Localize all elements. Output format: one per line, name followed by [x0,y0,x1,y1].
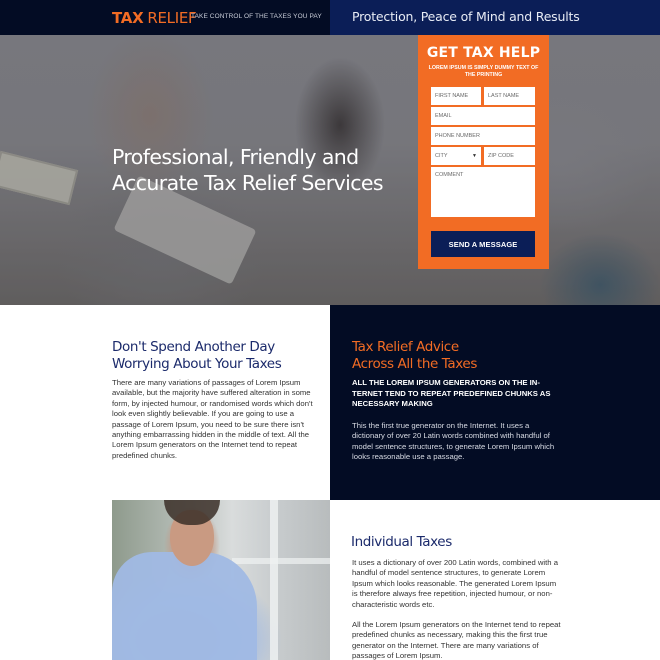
worry-heading-line2: Worrying About Your Taxes [112,355,282,372]
photo-window-frame-horizontal [232,558,330,564]
worry-body: There are many variations of passages of… [112,378,313,460]
hero-title-line2: Accurate Tax Relief Services [112,171,384,195]
comment-textarea[interactable] [431,167,535,217]
header-slogan: Protection, Peace of Mind and Results [352,9,580,24]
logo[interactable]: TAX RELIEF [112,9,197,27]
advice-heading: Tax Relief Advice Across All the Taxes [352,339,477,372]
photo-window-frame [270,500,278,660]
individual-taxes-photo [112,500,330,660]
individual-taxes-heading: Individual Taxes [351,534,452,550]
advice-body: This the first true generator on the Int… [352,421,555,462]
worry-heading: Don't Spend Another Day Worrying About Y… [112,339,282,372]
email-input[interactable] [431,107,535,125]
zip-code-input[interactable] [484,147,535,165]
logo-text-light: RELIEF [147,9,197,27]
top-header: TAX RELIEF TAKE CONTROL OF THE TAXES YOU … [0,0,660,35]
individual-taxes-paragraph-2: All the Lorem Ipsum generators on the In… [352,620,561,660]
advice-subheading: ALL THE LOREM IPSUM GENERATORS ON THE IN… [352,378,551,409]
photo-man-shirt [112,552,257,660]
hero-title: Professional, Friendly and Accurate Tax … [112,144,412,196]
individual-taxes-paragraph-1: It uses a dictionary of over 200 Latin w… [352,558,558,609]
city-select-value: CITY [435,153,448,159]
hero-title-line1: Professional, Friendly and [112,145,359,169]
logo-text-bold: TAX [112,9,144,27]
advice-heading-line2: Across All the Taxes [352,355,477,372]
header-slogan-bar: Protection, Peace of Mind and Results [330,0,660,35]
last-name-input[interactable] [484,87,535,105]
first-name-input[interactable] [431,87,481,105]
form-title: GET TAX HELP [426,45,541,61]
send-message-button[interactable]: SEND A MESSAGE [431,231,535,257]
tax-help-form: GET TAX HELP LOREM IPSUM IS SIMPLY DUMMY… [418,35,549,269]
city-select[interactable]: CITY ▼ [431,147,481,165]
worry-heading-line1: Don't Spend Another Day [112,339,275,355]
hero-banner: Professional, Friendly and Accurate Tax … [0,35,660,305]
form-subtitle: LOREM IPSUM IS SIMPLY DUMMY TEXT OF THE … [428,65,539,78]
advice-section: Tax Relief Advice Across All the Taxes A… [330,305,660,500]
phone-input[interactable] [431,127,535,145]
caret-down-icon: ▼ [472,153,477,159]
header-brand-bar: TAX RELIEF TAKE CONTROL OF THE TAXES YOU … [0,0,330,35]
worry-section: Don't Spend Another Day Worrying About Y… [0,305,330,500]
tagline: TAKE CONTROL OF THE TAXES YOU PAY [191,13,322,20]
advice-heading-line1: Tax Relief Advice [352,339,459,355]
